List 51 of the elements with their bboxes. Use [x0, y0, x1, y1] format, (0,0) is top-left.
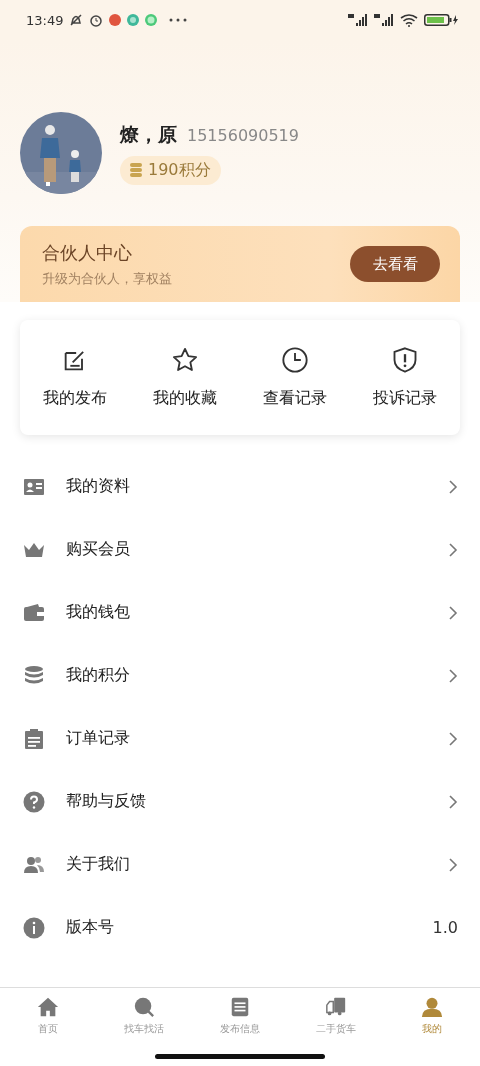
view-button[interactable]: 去看看 — [350, 246, 440, 282]
menu-item[interactable]: 订单记录 — [0, 707, 480, 770]
menu-item[interactable]: 我的积分 — [0, 644, 480, 707]
more-icon — [169, 18, 188, 22]
version-value: 1.0 — [432, 918, 458, 937]
menu-item[interactable]: 帮助与反馈 — [0, 770, 480, 833]
battery-charging-icon — [424, 14, 458, 26]
user-name: 燎，原 — [120, 121, 177, 147]
person-icon — [421, 996, 443, 1018]
coins-icon — [130, 163, 142, 177]
alarm-icon — [89, 13, 104, 27]
chevron-right-icon — [448, 478, 458, 495]
star-icon — [171, 346, 199, 374]
quick-action[interactable]: 我的发布 — [20, 320, 130, 435]
clock-icon — [281, 346, 309, 374]
menu-item[interactable]: 我的资料 — [0, 455, 480, 518]
chevron-right-icon — [448, 667, 458, 684]
search-icon — [133, 996, 155, 1018]
clipboard-icon — [22, 726, 46, 751]
status-time: 13:49 — [26, 12, 64, 28]
banner-title: 合伙人中心 — [42, 240, 133, 265]
truck-icon — [325, 996, 347, 1018]
menu-item[interactable]: 关于我们 — [0, 833, 480, 896]
app-icon — [109, 14, 122, 26]
tab-item[interactable]: 我的 — [384, 996, 480, 1036]
menu-item[interactable]: 我的钱包 — [0, 581, 480, 644]
quick-action[interactable]: 查看记录 — [240, 320, 350, 435]
home-indicator[interactable] — [155, 1054, 325, 1059]
signal-icon — [348, 14, 368, 26]
info-icon — [22, 915, 46, 940]
banner-subtitle: 升级为合伙人，享权益 — [42, 269, 173, 288]
quick-action[interactable]: 我的收藏 — [130, 320, 240, 435]
phone-number: 15156090519 — [187, 125, 299, 145]
notification-off-icon — [69, 13, 84, 27]
points-badge[interactable]: 190积分 — [120, 155, 221, 185]
wifi-icon — [400, 13, 418, 27]
chevron-right-icon — [448, 541, 458, 558]
menu-item[interactable]: 版本号 1.0 — [0, 896, 480, 959]
chevron-right-icon — [448, 604, 458, 621]
chevron-right-icon — [448, 793, 458, 810]
app-icon — [145, 14, 158, 26]
home-icon — [37, 996, 59, 1018]
document-icon — [229, 996, 251, 1018]
quick-action[interactable]: 投诉记录 — [350, 320, 460, 435]
shield-alert-icon — [391, 346, 419, 374]
app-icon — [127, 14, 140, 26]
chevron-right-icon — [448, 730, 458, 747]
signal-icon — [374, 14, 394, 26]
menu-item[interactable]: 购买会员 — [0, 518, 480, 581]
help-icon — [22, 789, 46, 814]
chevron-right-icon — [448, 856, 458, 873]
